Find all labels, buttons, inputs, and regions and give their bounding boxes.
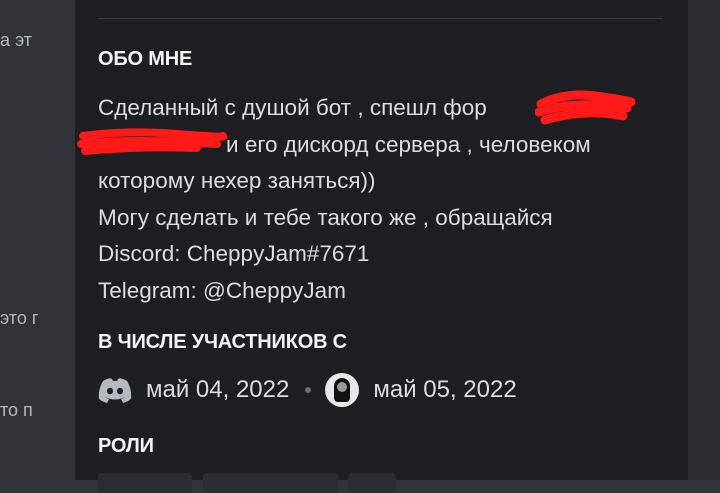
background-chat-text: это г [0,308,39,328]
right-gutter [688,0,720,480]
server-avatar-icon[interactable] [325,373,360,407]
about-line: Telegram: @CheppyJam [98,277,346,303]
background-chat: а эт это г то п [0,0,75,480]
server-member-since-date: май 05, 2022 [373,376,517,403]
background-chat-text: а эт [0,30,33,50]
user-profile-popout: ОБО МНЕ Сделанный с душой бот , спешл фо… [75,0,688,493]
about-line: и его дискорд сервера , человеком [226,131,591,157]
background-chat-text: то п [0,400,33,420]
role-pill[interactable] [203,473,338,493]
member-since-row: май 04, 2022 май 05, 2022 [98,370,517,410]
about-line: Сделанный с душой бот , спешл фор [98,95,487,120]
member-since-heading: В ЧИСЛЕ УЧАСТНИКОВ С [98,331,347,353]
about-line: Могу сделать и тебе такого же , обращайс… [98,204,553,230]
role-pill[interactable] [348,473,396,493]
section-divider [98,18,663,19]
about-line: Discord: CheppyJam#7671 [98,241,370,266]
about-me-heading: ОБО МНЕ [98,48,193,70]
discord-logo-icon[interactable] [98,377,132,403]
about-line: которому нехер заняться)) [98,168,376,193]
role-pill[interactable] [98,473,192,493]
discord-member-since-date: май 04, 2022 [146,376,290,403]
about-me-text[interactable]: Сделанный с душой бот , спешл фор и его … [98,90,668,309]
roles-heading: РОЛИ [98,435,154,457]
separator-dot [305,387,312,393]
